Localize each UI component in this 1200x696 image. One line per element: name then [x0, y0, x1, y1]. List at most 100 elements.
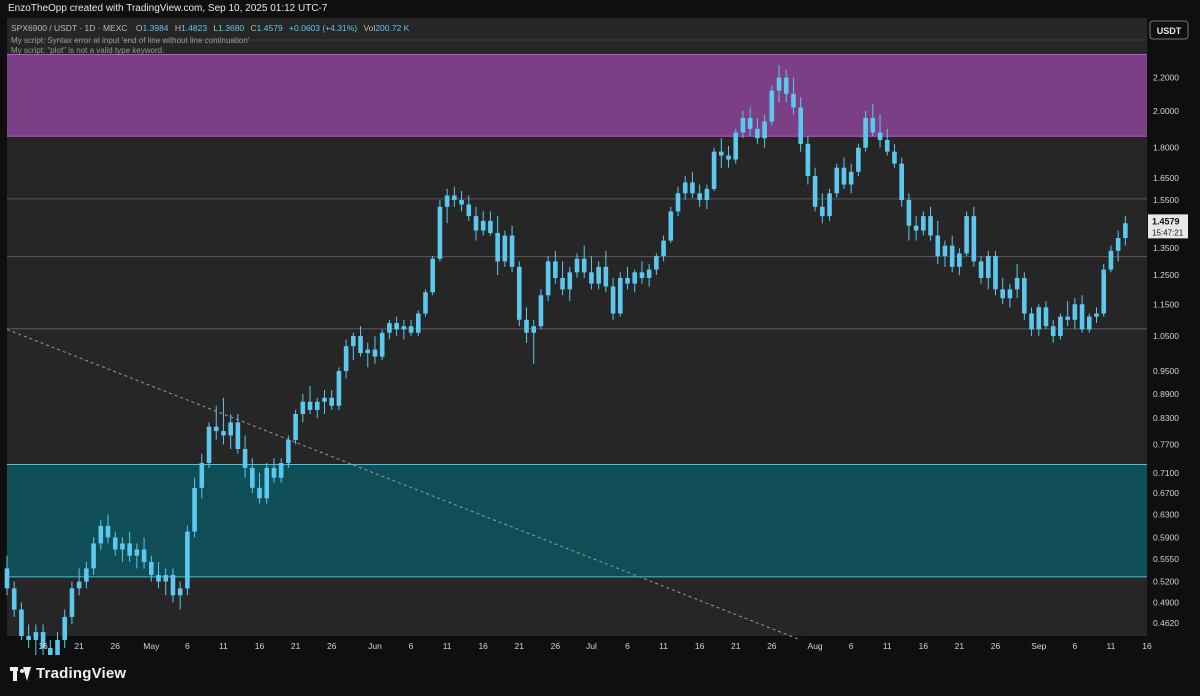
- candle-body: [91, 543, 96, 569]
- candle[interactable]: [538, 289, 544, 330]
- tradingview-logo-icon: [10, 666, 31, 681]
- candle-body: [264, 467, 270, 499]
- candle[interactable]: [769, 85, 775, 126]
- candle-body: [834, 167, 840, 194]
- candle-body: [1058, 316, 1063, 337]
- supply-zone: [7, 54, 1147, 137]
- candle-body: [452, 195, 457, 200]
- time-tick-label: 16: [1142, 641, 1152, 651]
- candle[interactable]: [711, 147, 717, 192]
- candle[interactable]: [856, 143, 861, 177]
- candle[interactable]: [733, 128, 739, 164]
- time-tick-label: 26: [551, 641, 561, 651]
- price-tick-label: 0.7100: [1153, 468, 1179, 478]
- time-tick-label: 11: [219, 641, 228, 651]
- candle[interactable]: [964, 211, 969, 257]
- candle[interactable]: [293, 409, 298, 445]
- candle-body: [351, 336, 356, 347]
- price-tick-label: 1.6500: [1153, 173, 1179, 183]
- candle-body: [120, 543, 125, 550]
- candle-body: [776, 77, 782, 91]
- candle[interactable]: [1058, 313, 1063, 340]
- candle-body: [293, 414, 298, 440]
- candle-body: [19, 609, 24, 636]
- candle[interactable]: [1022, 272, 1027, 320]
- time-tick-label: 16: [255, 641, 265, 651]
- candle[interactable]: [617, 272, 623, 317]
- price-chart[interactable]: 2.20002.00001.80001.65001.55001.45001.35…: [0, 18, 1200, 655]
- time-tick-label: 16: [478, 641, 488, 651]
- candle-body: [646, 269, 652, 278]
- candle-body: [235, 422, 241, 449]
- candle-body: [98, 525, 104, 544]
- candle-body: [762, 121, 767, 139]
- candle-body: [935, 235, 941, 257]
- candle[interactable]: [834, 163, 840, 198]
- candle-body: [668, 211, 674, 241]
- currency-badge[interactable]: USDT: [1149, 20, 1189, 40]
- candle-body: [531, 326, 537, 333]
- candle[interactable]: [827, 188, 832, 221]
- candle-body: [372, 349, 378, 357]
- high-value: 1.4823: [181, 23, 207, 33]
- candle-body: [913, 225, 919, 231]
- time-tick-label: 21: [291, 641, 301, 651]
- candle-body: [1094, 313, 1099, 317]
- candle-body: [747, 117, 753, 129]
- candle[interactable]: [545, 256, 551, 302]
- candle[interactable]: [437, 199, 443, 262]
- candle[interactable]: [264, 463, 270, 504]
- candle-body: [697, 193, 702, 200]
- tradingview-brand[interactable]: TradingView: [10, 665, 126, 682]
- candle-body: [892, 151, 897, 164]
- candle[interactable]: [430, 256, 435, 296]
- candle-body: [437, 206, 443, 259]
- candle-body: [1086, 316, 1092, 330]
- candle[interactable]: [206, 422, 212, 468]
- candle-body: [495, 233, 500, 262]
- candle-body: [848, 171, 854, 185]
- candle-body: [820, 206, 825, 217]
- candle-body: [675, 193, 681, 212]
- candle[interactable]: [516, 261, 522, 327]
- price-tick-label: 0.8300: [1153, 413, 1179, 423]
- time-tick-label: 11: [1107, 641, 1116, 651]
- open-value: 1.3984: [143, 23, 169, 33]
- candle-body: [1065, 316, 1070, 320]
- candle[interactable]: [502, 230, 508, 267]
- time-tick-label: 11: [443, 641, 452, 651]
- price-tick-label: 1.8000: [1153, 143, 1179, 153]
- time-tick-label: 6: [185, 641, 190, 651]
- candle-body: [11, 588, 17, 610]
- candle[interactable]: [668, 206, 674, 244]
- time-tick-label: 26: [991, 641, 1001, 651]
- candle[interactable]: [379, 329, 385, 361]
- candle[interactable]: [993, 250, 998, 296]
- candle-body: [603, 266, 609, 287]
- candle-body: [466, 204, 472, 217]
- price-tick-label: 0.7700: [1153, 439, 1179, 449]
- candle-body: [401, 326, 407, 330]
- candle-body: [690, 182, 695, 194]
- currency-label: USDT: [1157, 26, 1182, 36]
- candle[interactable]: [415, 310, 421, 337]
- candle[interactable]: [185, 525, 190, 596]
- candle-body: [473, 216, 479, 231]
- candle-body: [740, 117, 746, 133]
- price-tick-label: 0.8900: [1153, 389, 1179, 399]
- candle[interactable]: [336, 367, 342, 410]
- candle-body: [906, 199, 912, 226]
- candle-body: [286, 439, 291, 464]
- candle-body: [134, 549, 140, 556]
- candle[interactable]: [1101, 264, 1107, 317]
- candle-body: [783, 77, 789, 94]
- script-error-1: My script: Syntax error at input 'end of…: [11, 36, 250, 45]
- candle[interactable]: [286, 435, 291, 468]
- candle[interactable]: [423, 289, 428, 317]
- candle-body: [921, 216, 926, 231]
- price-tick-label: 1.1500: [1153, 299, 1179, 309]
- candle[interactable]: [899, 157, 904, 207]
- candle-body: [69, 588, 75, 617]
- candle-body: [141, 549, 147, 562]
- candle-body: [942, 245, 948, 257]
